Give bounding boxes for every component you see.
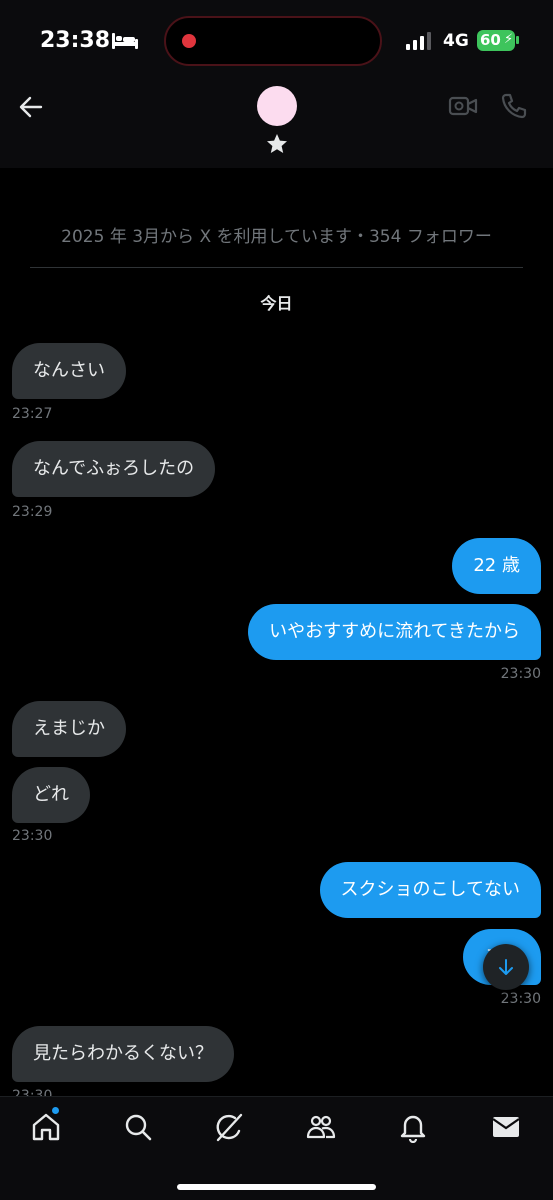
message-timestamp: 23:30 (500, 991, 541, 1007)
nav-search[interactable] (122, 1111, 154, 1143)
recording-indicator (182, 34, 196, 48)
nav-messages[interactable] (490, 1111, 522, 1143)
conversation-header (0, 80, 553, 168)
scroll-to-bottom-button[interactable] (483, 944, 529, 990)
message-timestamp: 23:30 (500, 666, 541, 682)
bolt-icon: ⚡ (504, 32, 514, 47)
message-bubble-incoming[interactable]: なんでふぉろしたの (12, 441, 216, 497)
arrow-down-icon (499, 959, 513, 975)
home-indicator[interactable] (177, 1184, 376, 1190)
star-icon (267, 134, 287, 153)
nav-communities[interactable] (305, 1111, 337, 1143)
message-bubble-outgoing[interactable]: 22 歳 (452, 538, 541, 594)
video-call-icon[interactable] (448, 94, 478, 118)
bed-icon (112, 33, 138, 49)
back-arrow-icon[interactable] (18, 94, 44, 120)
nav-grok[interactable] (213, 1111, 245, 1143)
nav-home[interactable] (30, 1107, 62, 1143)
messages-icon (492, 1117, 520, 1137)
grok-icon (216, 1113, 243, 1142)
notifications-icon (400, 1115, 426, 1144)
status-bar: 23:38 4G 60 ⚡ (0, 0, 553, 80)
profile-join-info: 2025 年 3月から X を利用しています・354 フォロワー (61, 227, 492, 247)
communities-icon (306, 1115, 336, 1139)
message-bubble-incoming[interactable]: えまじか (12, 701, 126, 757)
home-icon (32, 1113, 60, 1141)
message-bubble-incoming[interactable]: どれ (12, 767, 90, 823)
nav-notifications[interactable] (397, 1111, 429, 1144)
divider (30, 267, 523, 268)
message-bubble-incoming[interactable]: なんさい (12, 343, 126, 399)
date-separator: 今日 (260, 294, 293, 313)
battery-level: 60 (480, 31, 501, 49)
message-timestamp: 23:29 (12, 504, 53, 520)
message-timestamp: 23:30 (12, 828, 53, 844)
clock-time: 23:38 (40, 28, 111, 53)
avatar[interactable] (257, 86, 297, 126)
dynamic-island (164, 16, 382, 66)
notification-dot (52, 1107, 59, 1114)
message-bubble-outgoing[interactable]: いやおすすめに流れてきたから (248, 604, 541, 660)
message-timestamp: 23:27 (12, 406, 53, 422)
message-bubble-incoming[interactable]: 見たらわかるくない？ (12, 1026, 234, 1082)
phone-icon[interactable] (500, 92, 528, 120)
signal-icon (406, 32, 431, 50)
network-type: 4G (443, 31, 469, 51)
battery-tip (516, 36, 519, 44)
message-bubble-outgoing[interactable]: スクショのこしてない (319, 862, 541, 918)
battery-icon: 60 ⚡ (477, 30, 515, 51)
search-icon (125, 1114, 152, 1141)
